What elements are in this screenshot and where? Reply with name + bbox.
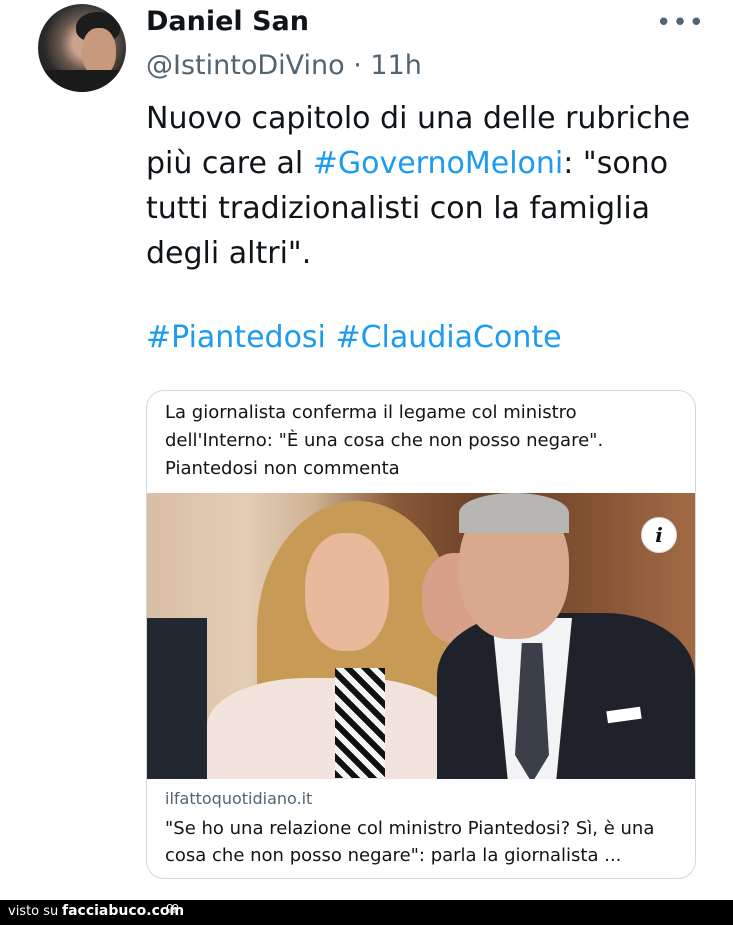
author-avatar[interactable] xyxy=(38,4,126,92)
meta-separator: · xyxy=(353,50,362,81)
link-preview-card[interactable]: La giornalista conferma il legame col mi… xyxy=(146,390,696,879)
tweet-time[interactable]: 11h xyxy=(370,50,421,81)
image-woman-jacket xyxy=(207,678,457,779)
card-title[interactable]: "Se ho una relazione col ministro Piante… xyxy=(165,815,675,869)
tweet-text: Nuovo capitolo di una delle rubriche più… xyxy=(146,96,706,276)
hashtag-claudiaconte[interactable]: #ClaudiaConte xyxy=(335,320,561,355)
avatar-shirt xyxy=(38,70,126,92)
author-handle[interactable]: @IstintoDiVino xyxy=(146,50,345,81)
hashtag-piantedosi[interactable]: #Piantedosi xyxy=(146,320,326,355)
watermark-footer: visto su facciabuco.com ºº xyxy=(0,900,733,925)
info-icon[interactable]: i xyxy=(641,517,677,553)
image-man-hair xyxy=(459,493,569,533)
image-woman-face xyxy=(305,533,389,651)
eyes-icon: ºº xyxy=(166,901,179,920)
hashtag-governomeloni[interactable]: #GovernoMeloni xyxy=(313,146,564,181)
image-left-person xyxy=(147,618,207,779)
tweet-hashtags: #Piantedosi #ClaudiaConte xyxy=(146,320,562,355)
card-headline: La giornalista conferma il legame col mi… xyxy=(165,402,604,479)
image-scarf xyxy=(335,668,385,778)
author-name[interactable]: Daniel San xyxy=(146,6,309,37)
card-domain: ilfattoquotidiano.it xyxy=(165,789,313,808)
more-options-icon[interactable]: ••• xyxy=(656,8,705,38)
card-image[interactable]: i xyxy=(147,493,695,779)
footer-visto-su: visto su xyxy=(8,904,59,919)
avatar-face xyxy=(82,28,116,76)
tweet-meta: @IstintoDiVino · 11h xyxy=(146,50,422,81)
